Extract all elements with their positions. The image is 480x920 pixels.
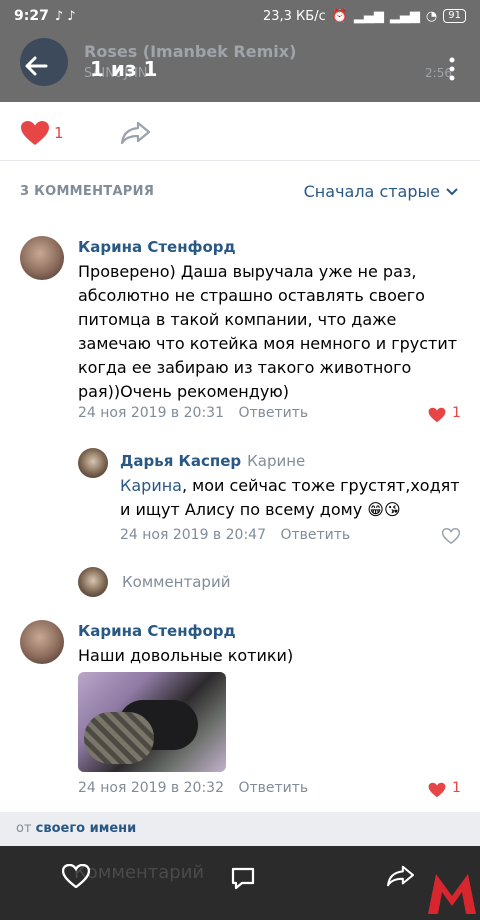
reply-button[interactable]: Ответить [238, 405, 308, 421]
comment-text: Проверено) Даша выручала уже не раз, абс… [78, 262, 458, 401]
comment-date: 24 ноя 2019 в 20:31 [78, 405, 224, 421]
watermark-logo [428, 874, 476, 914]
signal-icon: ▂▄▆ [353, 8, 384, 24]
comment-author[interactable]: Карина Стенфорд [78, 238, 236, 256]
avatar[interactable] [78, 448, 108, 478]
avatar[interactable] [20, 236, 64, 280]
comment-author[interactable]: Дарья Каспер Карине [120, 452, 305, 470]
comment-like-heart-icon[interactable] [442, 528, 460, 544]
network-speed: 23,3 КБ/с [262, 8, 326, 24]
share-icon[interactable] [386, 864, 416, 888]
avatar [78, 567, 108, 597]
comment-input-ghost[interactable]: Комментарий [74, 862, 204, 883]
post-as-link[interactable]: своего имени [36, 821, 137, 836]
comment-like-count: 1 [452, 780, 461, 796]
signal-icon-2: ▂▄▆ [389, 8, 420, 24]
share-icon[interactable] [120, 120, 152, 146]
avatar[interactable] [20, 620, 64, 664]
comment-text: Наши довольные котики) [78, 646, 294, 665]
mention-link[interactable]: Карина [120, 476, 182, 495]
comment-photo[interactable] [78, 672, 226, 772]
sort-label: Сначала старые [303, 182, 440, 201]
wifi-icon: ◔ [425, 8, 438, 24]
comment-date: 24 ноя 2019 в 20:47 [120, 527, 266, 543]
divider [0, 160, 480, 161]
reply-button[interactable]: Ответить [280, 527, 350, 543]
comment-date: 24 ноя 2019 в 20:32 [78, 780, 224, 796]
comment-like-count: 1 [452, 405, 461, 421]
alarm-icon: ⏰ [331, 8, 348, 24]
comment-author[interactable]: Карина Стенфорд [78, 622, 236, 640]
more-options-icon[interactable] [448, 56, 456, 82]
comment-meta: 24 ноя 2019 в 20:32 Ответить [78, 780, 308, 796]
back-arrow-icon[interactable] [20, 50, 52, 82]
comment-like-heart-icon[interactable] [428, 782, 446, 798]
reply-to[interactable]: Карине [247, 452, 305, 470]
battery-indicator: 91 [443, 9, 466, 23]
chevron-down-icon [446, 187, 458, 195]
like-heart-icon[interactable] [20, 120, 50, 146]
status-bar: 9:27 ♪ ♪ 23,3 КБ/с ⏰ ▂▄▆ ▂▄▆ ◔ 91 [0, 0, 480, 32]
reply-button[interactable]: Ответить [238, 780, 308, 796]
status-time: 9:27 [14, 8, 49, 24]
comment-meta: 24 ноя 2019 в 20:47 Ответить [120, 527, 350, 543]
bottom-action-bar: Комментарий [0, 846, 480, 920]
comment-icon[interactable] [230, 866, 256, 890]
post-actions: 1 [0, 108, 480, 158]
emoji: 😁😘 [367, 500, 401, 519]
comments-count-header: 3 КОММЕНТАРИЯ [20, 184, 155, 199]
like-count: 1 [54, 124, 64, 142]
viewer-header: 9:27 ♪ ♪ 23,3 КБ/с ⏰ ▂▄▆ ▂▄▆ ◔ 91 Roses … [0, 0, 480, 102]
sort-dropdown[interactable]: Сначала старые [304, 182, 458, 201]
post-as-selector[interactable]: от своего имени [0, 812, 480, 846]
tiktok-icon: ♪ ♪ [54, 8, 76, 24]
reply-comment-input[interactable]: Комментарий [122, 573, 230, 591]
comment-meta: 24 ноя 2019 в 20:31 Ответить [78, 405, 308, 421]
comment-text: Карина, мои сейчас тоже грустят,ходят и … [120, 476, 460, 519]
pager-label: 1 из 1 [90, 57, 158, 81]
like-icon[interactable] [62, 864, 90, 888]
comment-like-heart-icon[interactable] [428, 407, 446, 423]
